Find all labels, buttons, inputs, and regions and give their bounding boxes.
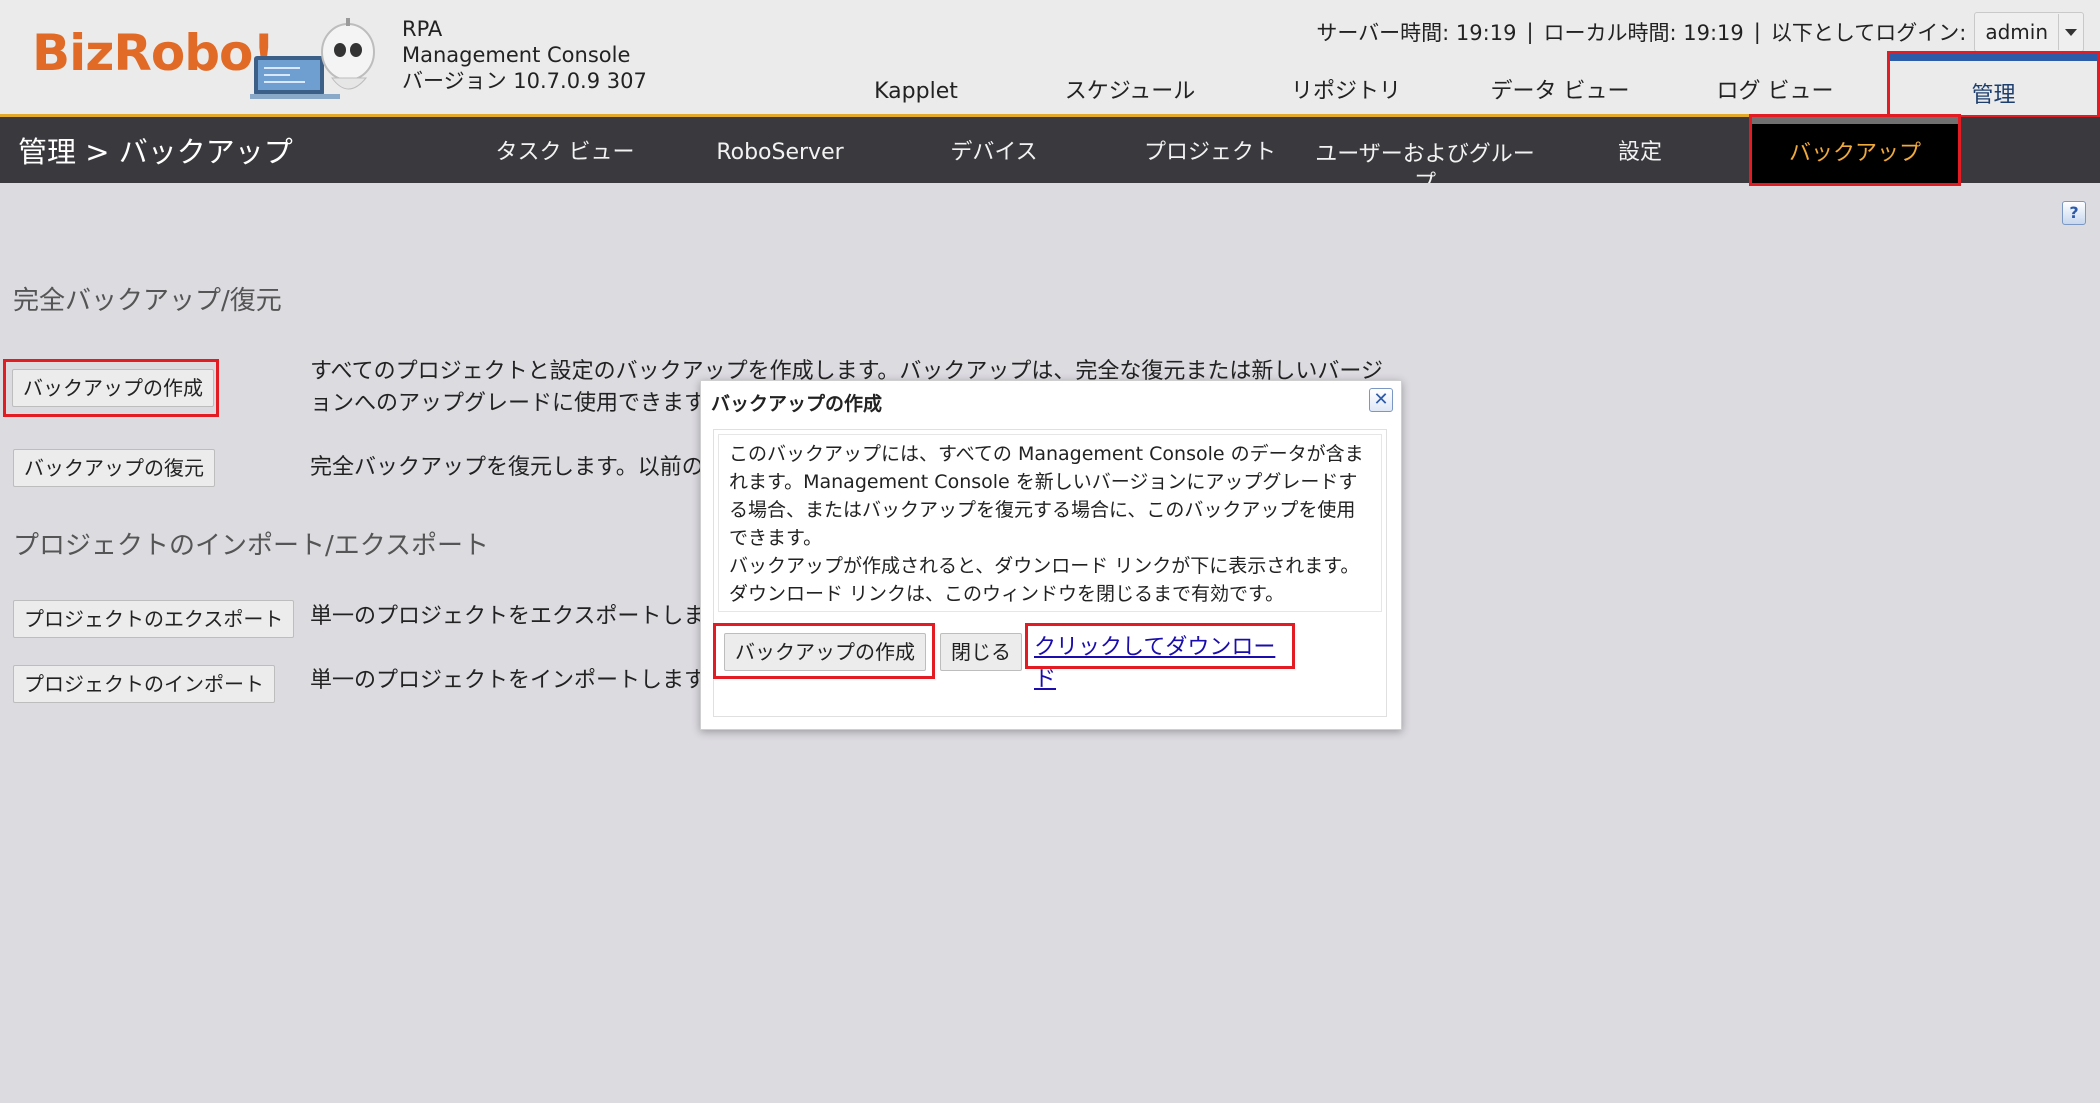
separator: | <box>1526 20 1534 44</box>
tab-kapplet[interactable]: Kapplet <box>836 60 996 114</box>
import-project-description: 単一のプロジェクトをインポートします。 <box>310 668 726 693</box>
import-project-button[interactable]: プロジェクトのインポート <box>13 665 275 703</box>
dialog-create-backup-button[interactable]: バックアップの作成 <box>724 633 926 671</box>
close-icon[interactable]: ✕ <box>1369 388 1393 412</box>
dialog-actions: バックアップの作成 閉じる クリックしてダウンロード <box>713 622 1386 692</box>
dialog-title: バックアップの作成 <box>711 393 883 415</box>
tab-task-view[interactable]: タスク ビュー <box>475 117 655 183</box>
app-header: BizRobo! RPA Management Console バージョン 10… <box>0 0 2100 118</box>
dialog-create-highlight: バックアップの作成 <box>713 623 935 679</box>
tab-log-view[interactable]: ログ ビュー <box>1695 60 1855 114</box>
tab-users-groups[interactable]: ユーザーおよびグループ <box>1310 117 1540 183</box>
tab-roboserver[interactable]: RoboServer <box>690 117 870 183</box>
top-nav: Kapplet スケジュール リポジトリ データ ビュー ログ ビュー 管理 <box>0 51 2100 118</box>
tab-data-view[interactable]: データ ビュー <box>1480 60 1640 114</box>
header-status: サーバー時間: 19:19 | ローカル時間: 19:19 | 以下としてログイ… <box>1316 12 2084 52</box>
app-product: RPA <box>402 17 443 41</box>
tab-devices[interactable]: デバイス <box>904 117 1084 183</box>
login-label: 以下としてログイン: <box>1770 21 1967 45</box>
tab-schedule[interactable]: スケジュール <box>1050 60 1210 114</box>
server-time: サーバー時間: 19:19 <box>1316 21 1517 45</box>
dialog-body: このバックアップには、すべての Management Console のデータが… <box>713 429 1387 717</box>
restore-backup-description: 完全バックアップを復元します。以前のバ <box>310 455 726 480</box>
help-icon[interactable]: ? <box>2062 201 2086 225</box>
download-link[interactable]: クリックしてダウンロード <box>1034 629 1292 693</box>
tab-admin[interactable]: 管理 <box>1887 51 2100 118</box>
dialog-message-text-2: バックアップが作成されると、ダウンロード リンクが下に表示されます。ダウンロード… <box>729 555 1360 605</box>
export-project-description: 単一のプロジェクトをエクスポートします <box>310 604 728 629</box>
dialog-close-wrap: 閉じる <box>940 633 1022 671</box>
sub-nav-bar: 管理 > バックアップ タスク ビュー RoboServer デバイス プロジェ… <box>0 114 2100 186</box>
section-title-project-io: プロジェクトのインポート/エクスポート <box>13 531 489 561</box>
separator: | <box>1753 20 1761 44</box>
create-backup-dialog: バックアップの作成 ✕ このバックアップには、すべての Management C… <box>700 380 1402 730</box>
user-dropdown[interactable]: admin <box>1974 12 2084 52</box>
create-backup-button[interactable]: バックアップの作成 <box>12 369 214 407</box>
dialog-message-text: このバックアップには、すべての Management Console のデータが… <box>729 443 1364 549</box>
download-highlight: クリックしてダウンロード <box>1025 623 1295 692</box>
export-project-button[interactable]: プロジェクトのエクスポート <box>13 600 295 638</box>
create-backup-highlight: バックアップの作成 <box>3 359 219 417</box>
user-name: admin <box>1985 20 2048 44</box>
tab-backup[interactable]: バックアップ <box>1749 114 1961 186</box>
tab-settings[interactable]: 設定 <box>1550 117 1730 183</box>
chevron-down-icon <box>2058 14 2083 50</box>
page-title: 管理 > バックアップ <box>18 135 293 169</box>
local-time: ローカル時間: 19:19 <box>1543 21 1744 45</box>
tab-projects[interactable]: プロジェクト <box>1120 117 1300 183</box>
dialog-message: このバックアップには、すべての Management Console のデータが… <box>718 434 1382 612</box>
restore-backup-button[interactable]: バックアップの復元 <box>13 449 215 487</box>
tab-repository[interactable]: リポジトリ <box>1266 60 1426 114</box>
dialog-close-button[interactable]: 閉じる <box>940 633 1022 671</box>
section-title-full-backup: 完全バックアップ/復元 <box>13 286 282 316</box>
